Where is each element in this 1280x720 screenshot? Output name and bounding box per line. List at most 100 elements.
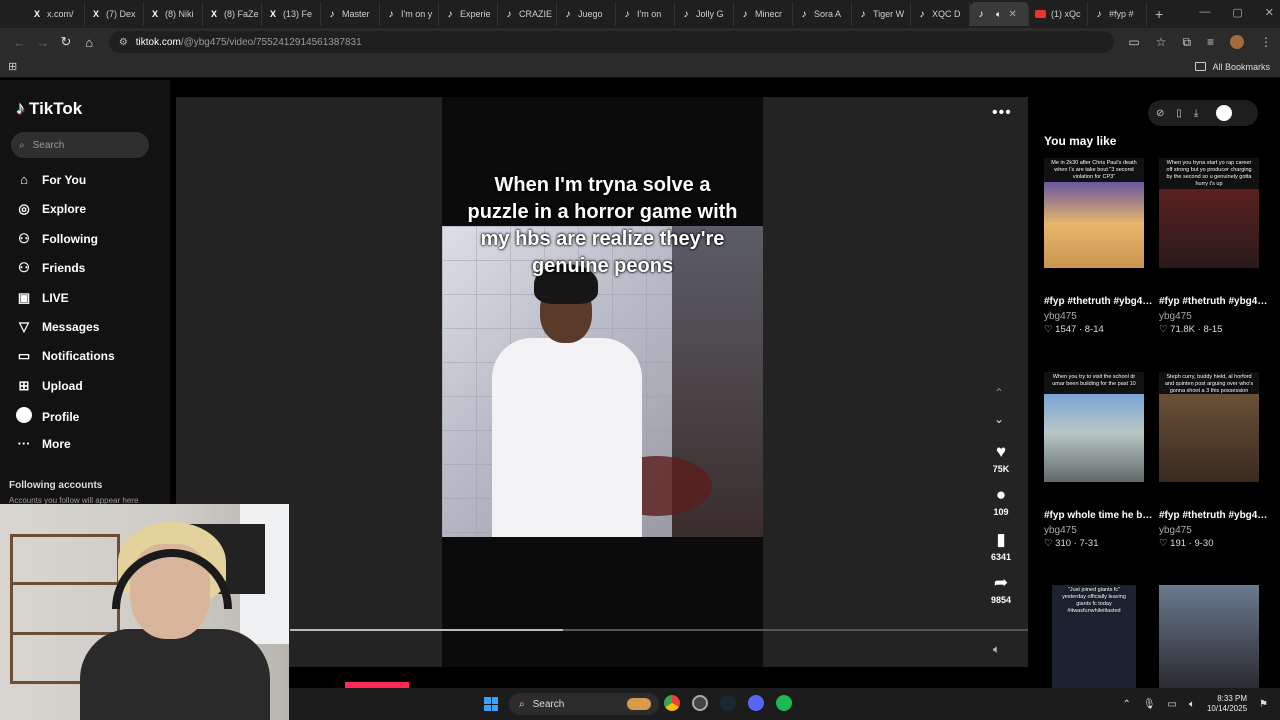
microphone-icon[interactable]: 🎙︎ [1143, 699, 1156, 710]
video-thumbnail[interactable]: When you try to visit the school dr umar… [1044, 372, 1144, 482]
browser-tab[interactable]: X (7) Dex [85, 2, 144, 26]
next-video-icon[interactable]: ⌄ [994, 412, 1004, 426]
cast-icon[interactable]: ▭ [1128, 35, 1139, 49]
forward-icon[interactable]: → [31, 35, 54, 50]
video-player[interactable]: When I'm tryna solve a puzzle in a horro… [442, 97, 763, 667]
speaker-icon[interactable]: 🔈︎ [1189, 699, 1195, 710]
apps-grid-icon[interactable]: ⊞ [8, 60, 17, 73]
recommendation-card[interactable]: When you try to visit the school dr umar… [1044, 372, 1154, 549]
browser-tab[interactable]: Master [321, 2, 380, 26]
save-button[interactable]: ▮ 6341 [981, 530, 1021, 562]
notification-bell-icon[interactable]: ⚑ [1259, 699, 1268, 710]
browser-tab[interactable]: X (8) Niki [144, 2, 203, 26]
browser-tab[interactable]: #fyp # [1088, 2, 1147, 26]
nav-item-following[interactable]: ⚇ Following [16, 231, 98, 247]
webcam-overlay [0, 504, 289, 720]
browser-tab[interactable]: CRAZIE [498, 2, 557, 26]
chevron-up-icon[interactable]: ⌃ [1122, 699, 1130, 710]
nav-label: Notifications [42, 349, 115, 363]
browser-tab[interactable]: Juego [557, 2, 616, 26]
recommendation-card[interactable] [1159, 585, 1259, 689]
chrome-icon[interactable] [664, 695, 680, 711]
minimize-icon[interactable]: — [1199, 6, 1210, 19]
nav-item-upload[interactable]: ⊞ Upload [16, 378, 83, 394]
address-bar[interactable]: ⚙ tiktok.com/@ybg475/video/7552412914561… [108, 31, 1115, 53]
browser-tab[interactable]: Minecr [734, 2, 793, 26]
nav-item-explore[interactable]: ◎ Explore [16, 201, 86, 217]
maximize-icon[interactable]: ▢ [1232, 6, 1242, 19]
new-tab-button[interactable]: + [1155, 6, 1163, 22]
video-thumbnail[interactable]: Steph curry, buddy hield, al horford and… [1159, 372, 1259, 482]
spotify-icon[interactable] [776, 695, 792, 711]
card-username[interactable]: ybg475 [1159, 311, 1259, 322]
nav-item-profile[interactable]: Profile [16, 407, 79, 426]
recommendation-card[interactable]: When you tryna start yo rap career off s… [1159, 158, 1269, 335]
browser-tab[interactable]: Xx.com/ [26, 2, 85, 26]
site-info-icon[interactable]: ⚙ [119, 37, 128, 48]
card-username[interactable]: ybg475 [1159, 525, 1259, 536]
windows-start-icon[interactable] [484, 697, 498, 711]
download-icon[interactable]: ⤓ [1194, 108, 1198, 119]
video-thumbnail[interactable]: When you tryna start yo rap career off s… [1159, 158, 1259, 268]
share-button[interactable]: ➦ 9854 [981, 573, 1021, 605]
app-icon[interactable] [692, 695, 708, 711]
media-control-icon[interactable]: ≡ [1207, 35, 1214, 49]
close-icon[interactable]: ✕ [1265, 6, 1274, 19]
nav-item-live[interactable]: ▣ LIVE [16, 290, 69, 306]
all-bookmarks-button[interactable]: All Bookmarks [1195, 62, 1270, 72]
browser-tab[interactable]: Sora A [793, 2, 852, 26]
comment-button[interactable]: ● 109 [981, 485, 1021, 517]
card-username[interactable]: ybg475 [1044, 311, 1144, 322]
recommendation-card[interactable]: "Just joined giants fc" yesterday offici… [1052, 585, 1152, 689]
browser-tab[interactable]: I'm on [616, 2, 675, 26]
reload-icon[interactable]: ↻ [54, 34, 77, 50]
back-icon[interactable]: ← [8, 35, 31, 50]
recommendation-card[interactable]: Steph curry, buddy hield, al horford and… [1159, 372, 1269, 549]
card-meta: ♡ 71.8K · 8-15 [1159, 324, 1223, 335]
tab-close-icon[interactable]: ✕ [1008, 9, 1016, 20]
browser-tab[interactable]: XQC D [911, 2, 970, 26]
toggle-switch[interactable] [1216, 105, 1233, 121]
browser-tab[interactable]: Jolly G [675, 2, 734, 26]
browser-tab[interactable]: I'm on y [380, 2, 439, 26]
bookmark-star-icon[interactable]: ☆ [1156, 35, 1167, 49]
like-button[interactable]: ♥ 75K [981, 442, 1021, 474]
video-thumbnail[interactable] [1159, 585, 1259, 689]
clock[interactable]: 8:33 PM 10/14/2025 [1207, 694, 1247, 714]
video-thumbnail[interactable]: "Just joined giants fc" yesterday offici… [1052, 585, 1136, 689]
browser-tab[interactable]: X (13) Fe [262, 2, 321, 26]
tab-audio-icon[interactable]: 🔈︎ [996, 9, 1001, 20]
folder-icon [1195, 62, 1207, 71]
menu-icon[interactable]: ⋮ [1260, 35, 1272, 49]
profile-avatar-icon[interactable] [1230, 35, 1245, 49]
home-icon[interactable]: ⌂ [78, 35, 101, 50]
card-username[interactable]: ybg475 [1044, 525, 1144, 536]
nav-item-more[interactable]: ··· More [16, 436, 71, 451]
nav-item-notifications[interactable]: ▭ Notifications [16, 348, 115, 364]
taskbar-search[interactable]: ⌕ Search [509, 693, 659, 715]
browser-tab[interactable]: X (8) FaZe [203, 2, 262, 26]
more-options-icon[interactable]: ••• [992, 104, 1012, 122]
nav-item-for-you[interactable]: ⌂ For You [16, 172, 86, 187]
extensions-icon[interactable]: ⧉ [1182, 35, 1191, 50]
browser-tab[interactable]: (1) xQc [1029, 2, 1088, 26]
video-thumbnail[interactable]: Me in 2k30 after Chris Paul's death when… [1044, 158, 1144, 268]
volume-icon[interactable]: 🔈︎ [993, 642, 1000, 657]
autoscroll-icon[interactable]: ⊘ [1156, 108, 1164, 119]
tiktok-icon [740, 9, 750, 19]
tiktok-logo[interactable]: ♪ TikTok [16, 98, 82, 119]
discord-icon[interactable] [748, 695, 764, 711]
nav-label: Following [42, 232, 98, 246]
device-icon[interactable]: ▯ [1176, 108, 1182, 119]
nav-item-messages[interactable]: ▽ Messages [16, 319, 99, 335]
video-progress-bar[interactable] [290, 629, 1028, 631]
browser-tab[interactable]: Tiger W [852, 2, 911, 26]
network-icon[interactable]: ▭ [1168, 699, 1177, 710]
previous-video-icon[interactable]: ⌃ [994, 386, 1004, 400]
browser-tab[interactable]: 🔈︎ ✕ [970, 2, 1029, 26]
search-input[interactable]: ⌕ Search [11, 132, 149, 158]
browser-tab[interactable]: Experie [439, 2, 498, 26]
recommendation-card[interactable]: Me in 2k30 after Chris Paul's death when… [1044, 158, 1154, 335]
steam-icon[interactable] [720, 695, 736, 711]
nav-item-friends[interactable]: ⚇ Friends [16, 260, 85, 276]
